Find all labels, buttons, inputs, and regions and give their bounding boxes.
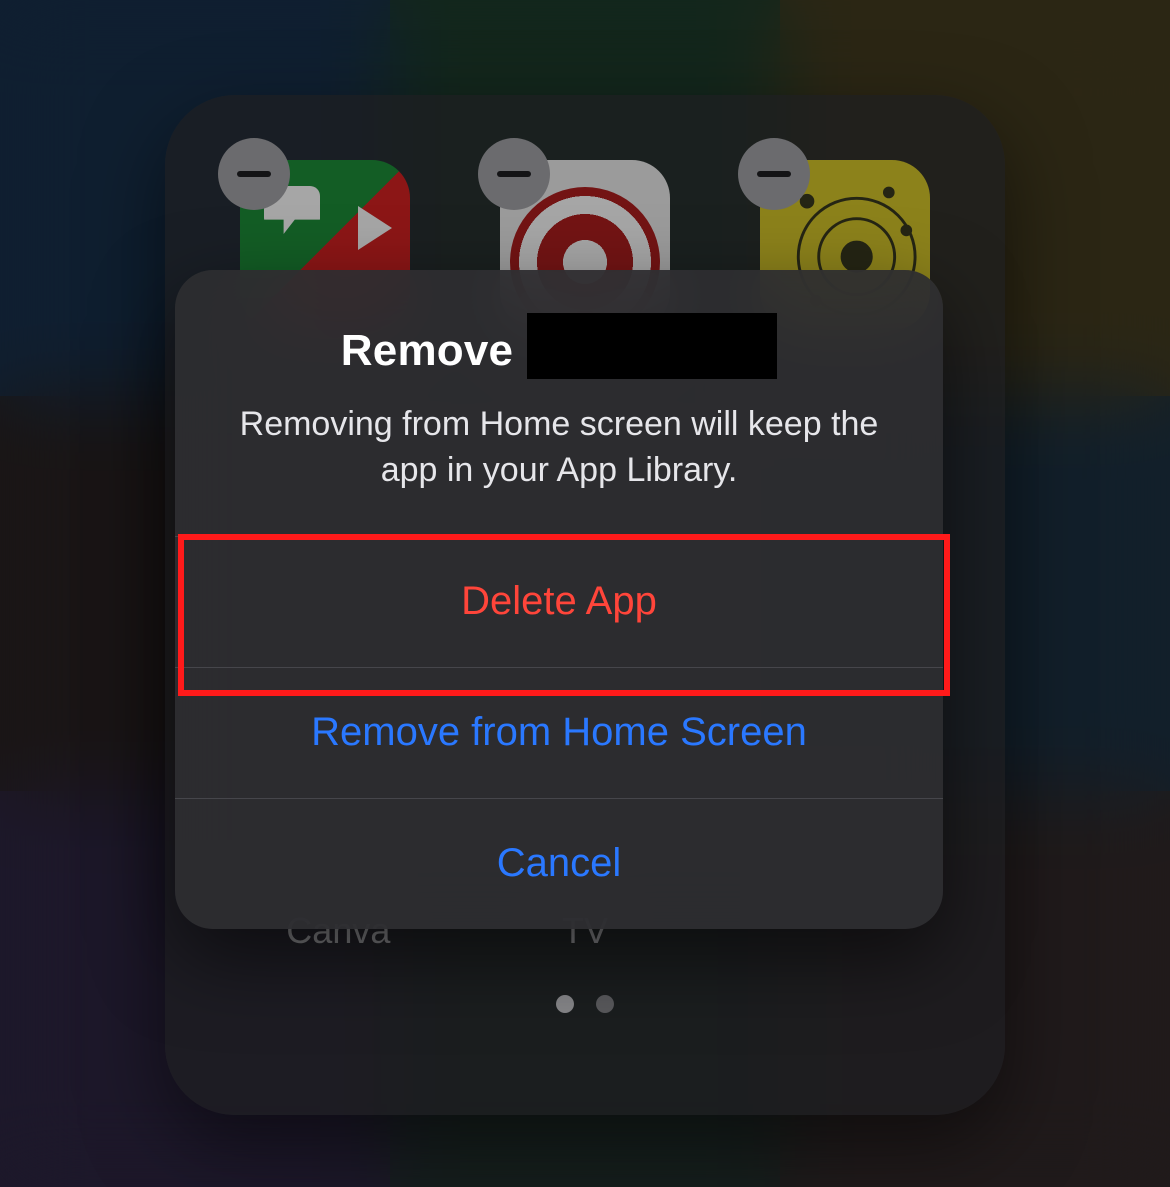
- alert-title-prefix: Remove: [341, 326, 513, 376]
- remove-badge-icon[interactable]: [218, 138, 290, 210]
- remove-from-home-button[interactable]: Remove from Home Screen: [175, 668, 943, 799]
- alert-header: Remove Removing from Home screen will ke…: [175, 270, 943, 537]
- alert-subtitle: Removing from Home screen will keep the …: [215, 402, 903, 494]
- delete-app-button[interactable]: Delete App: [175, 537, 943, 668]
- cancel-button[interactable]: Cancel: [175, 799, 943, 929]
- remove-app-alert: Remove Removing from Home screen will ke…: [175, 270, 943, 929]
- remove-badge-icon[interactable]: [478, 138, 550, 210]
- redacted-app-name: [527, 313, 777, 379]
- alert-title: Remove: [341, 318, 777, 384]
- remove-badge-icon[interactable]: [738, 138, 810, 210]
